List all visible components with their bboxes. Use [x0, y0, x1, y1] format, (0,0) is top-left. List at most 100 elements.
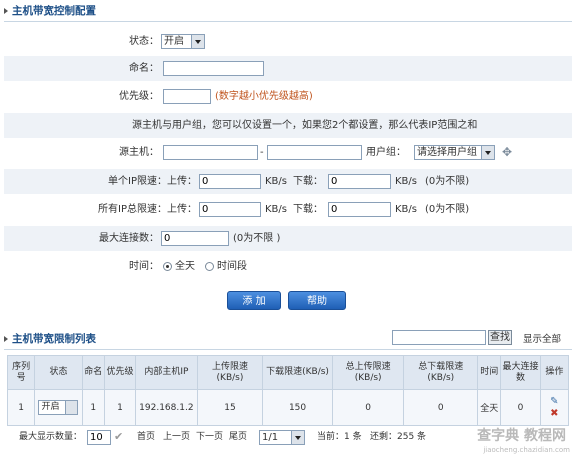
maxconn-input[interactable]: 0	[161, 231, 229, 246]
search-button[interactable]: 查找	[488, 330, 512, 345]
range-dash: -	[260, 147, 264, 158]
cell-ip: 192.168.1.2	[135, 389, 198, 426]
kbs-unit: KB/s	[395, 176, 417, 187]
help-button[interactable]: 帮助	[288, 291, 346, 310]
col-header: 总下载限速(KB/s)	[403, 355, 479, 390]
time-allday-radio[interactable]	[163, 262, 172, 271]
page: 主机带宽控制配置 状态： 开启 命名： 优先级： (数字越小优先级越高) 源主机…	[0, 0, 576, 458]
remaining-count: 还剩：255 条	[370, 432, 427, 442]
maxconn-row: 最大连接数： 0 (0为不限 )	[4, 226, 572, 251]
all-upload-input[interactable]: 0	[199, 202, 261, 217]
cell-actions: ✎ ✖	[539, 389, 570, 426]
col-header: 命名	[81, 355, 105, 390]
cell-maxconn: 0	[500, 389, 541, 426]
status-label: 状态：	[129, 36, 159, 47]
delete-icon[interactable]: ✖	[542, 408, 567, 420]
time-row: 时间： 全天 时间段	[4, 254, 572, 279]
priority-input[interactable]	[163, 89, 211, 104]
confirm-check-icon[interactable]: ✔	[114, 425, 123, 449]
priority-label: 优先级：	[119, 91, 159, 102]
watermark-url: jiaocheng.chazidian.com	[483, 446, 570, 454]
chevron-down-icon	[191, 35, 204, 48]
priority-row: 优先级： (数字越小优先级越高)	[4, 84, 572, 109]
time-allday-label: 全天	[175, 261, 195, 272]
name-row: 命名：	[4, 56, 572, 81]
note-row: 源主机与用户组，您可以仅设置一个，如果您2个都设置，那么代表IP范围之和	[4, 113, 572, 138]
all-ip-row: 所有IP总限速：上传： 0 KB/s 下载： 0 KB/s (0为不限)	[4, 197, 572, 222]
cell-upload: 15	[196, 389, 264, 426]
time-period-radio[interactable]	[205, 262, 214, 271]
kbs-unit: KB/s	[395, 204, 417, 215]
name-input[interactable]	[163, 61, 264, 76]
cell-download: 150	[262, 389, 333, 426]
status-select[interactable]: 开启	[161, 34, 205, 49]
next-page-link[interactable]: 下一页	[196, 425, 223, 449]
unlimited-note: (0为不限)	[425, 204, 470, 215]
col-header: 内部主机IP	[135, 355, 198, 390]
add-group-icon[interactable]: ✥	[502, 140, 512, 165]
cell-time: 全天	[477, 389, 502, 426]
single-upload-input[interactable]: 0	[199, 174, 261, 189]
single-download-input[interactable]: 0	[328, 174, 391, 189]
divider	[4, 349, 572, 350]
status-row: 状态： 开启	[4, 29, 572, 54]
time-period-label: 时间段	[217, 261, 247, 272]
cell-total-download: 0	[403, 389, 479, 426]
col-header: 时间	[477, 355, 502, 390]
bandwidth-table: 序列号 状态 命名 优先级 内部主机IP 上传限速(KB/s) 下载限速(KB/…	[6, 355, 570, 426]
kbs-unit: KB/s	[265, 176, 287, 187]
usergroup-select[interactable]: 请选择用户组	[414, 145, 495, 160]
section-title-list: 主机带宽限制列表	[4, 331, 96, 347]
col-header: 最大连接数	[500, 355, 541, 390]
kbs-unit: KB/s	[265, 204, 287, 215]
col-header: 上传限速(KB/s)	[196, 355, 264, 390]
col-header: 优先级	[103, 355, 137, 390]
chevron-down-icon	[481, 146, 494, 159]
watermark: 查字典 教程网	[477, 428, 566, 444]
col-header: 状态	[34, 355, 83, 390]
add-button[interactable]: 添 加	[227, 291, 281, 310]
source-note: 源主机与用户组，您可以仅设置一个，如果您2个都设置，那么代表IP范围之和	[132, 120, 478, 131]
source-label: 源主机：	[119, 147, 159, 158]
show-all-link[interactable]: 显示全部	[523, 331, 561, 345]
time-label: 时间：	[129, 261, 159, 272]
col-header: 序列号	[6, 355, 36, 390]
maxconn-label: 最大连接数：	[99, 233, 159, 244]
cell-status: 开启	[34, 389, 83, 426]
all-download-input[interactable]: 0	[328, 202, 391, 217]
search-input[interactable]	[392, 330, 486, 345]
source-end-input[interactable]	[267, 145, 362, 160]
divider	[4, 21, 572, 22]
page-select[interactable]: 1/1	[259, 430, 305, 445]
current-count: 当前：1 条	[317, 432, 362, 442]
download-label: 下载：	[293, 204, 323, 215]
unlimited-note: (0为不限 )	[233, 233, 281, 244]
chevron-down-icon	[65, 401, 78, 414]
max-display-label: 最大显示数量：	[19, 432, 83, 442]
cell-priority: 1	[103, 389, 137, 426]
cell-name: 1	[81, 389, 105, 426]
edit-icon[interactable]: ✎	[542, 396, 567, 408]
source-start-input[interactable]	[163, 145, 258, 160]
first-page-link[interactable]: 首页	[137, 425, 155, 449]
row-status-select[interactable]: 开启	[38, 400, 79, 415]
col-header: 下载限速(KB/s)	[262, 355, 333, 390]
collapse-arrow-icon	[4, 336, 8, 342]
chevron-down-icon	[291, 431, 304, 444]
collapse-arrow-icon	[4, 8, 8, 14]
table-row: 1 开启 1 1 192.168.1.2 15 150 0 0 全天 0 ✎ ✖	[6, 389, 570, 426]
prev-page-link[interactable]: 上一页	[163, 425, 190, 449]
usergroup-label: 用户组：	[366, 147, 406, 158]
unlimited-note: (0为不限)	[425, 176, 470, 187]
last-page-link[interactable]: 尾页	[229, 425, 247, 449]
single-ip-label: 单个IP限速：上传：	[108, 176, 197, 187]
table-header-row: 序列号 状态 命名 优先级 内部主机IP 上传限速(KB/s) 下载限速(KB/…	[6, 355, 570, 390]
col-header: 总上传限速(KB/s)	[331, 355, 405, 390]
all-ip-label: 所有IP总限速：上传：	[98, 204, 197, 215]
col-header: 操作	[539, 355, 570, 390]
download-label: 下载：	[293, 176, 323, 187]
source-row: 源主机： - 用户组： 请选择用户组 ✥	[4, 140, 572, 165]
max-display-input[interactable]: 10	[87, 430, 111, 445]
single-ip-row: 单个IP限速：上传： 0 KB/s 下载： 0 KB/s (0为不限)	[4, 169, 572, 194]
priority-hint: (数字越小优先级越高)	[215, 91, 313, 102]
